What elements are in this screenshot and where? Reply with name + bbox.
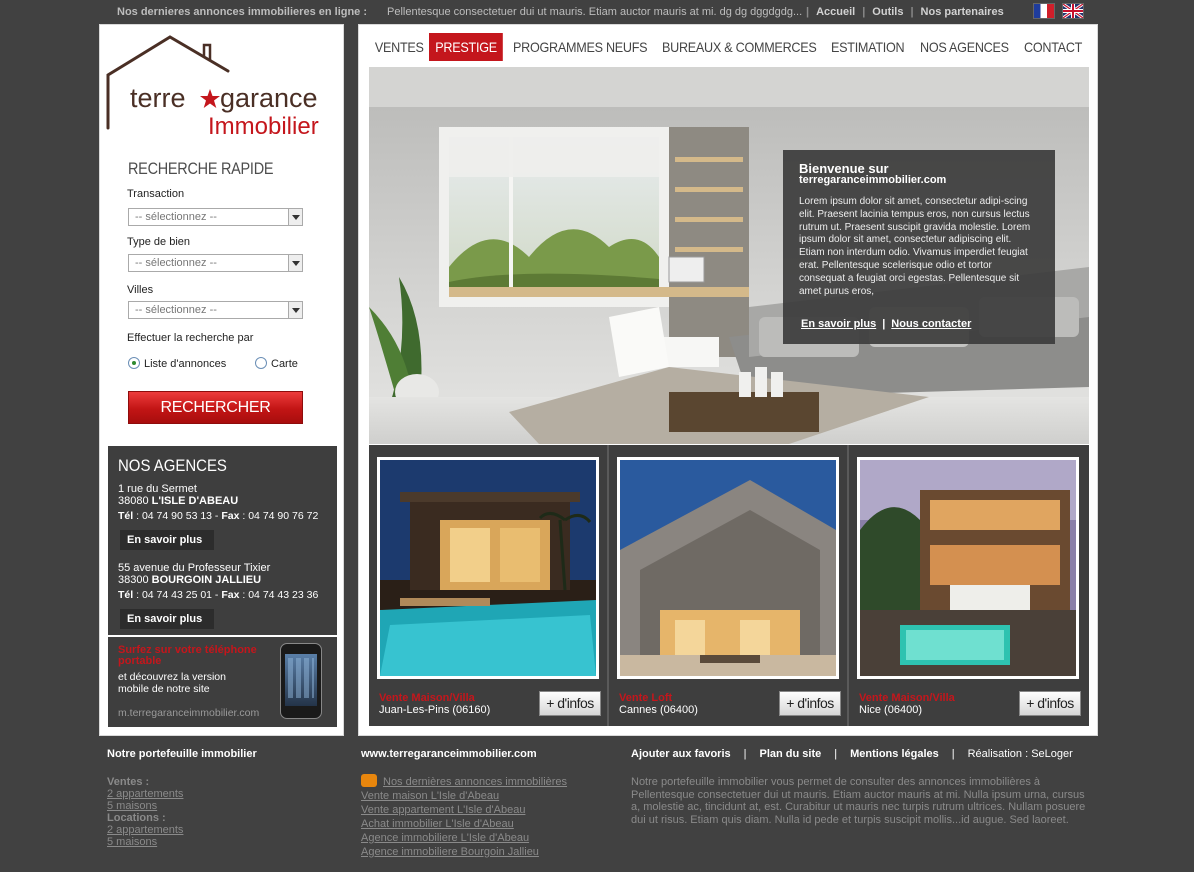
- portfolio-title: Notre portefeuille immobilier: [107, 748, 257, 760]
- more-info-button[interactable]: + d'infos: [779, 691, 841, 716]
- agencies-title: NOS AGENCES: [118, 456, 227, 475]
- property-type: Vente Maison/Villa: [859, 692, 955, 704]
- site-logo[interactable]: terre garance Immobilier: [104, 33, 340, 148]
- property-city: Nice (06400): [859, 704, 922, 716]
- property-card[interactable]: Vente Maison/Villa Juan-Les-Pins (06160)…: [369, 445, 609, 726]
- radio-checked-icon: [128, 357, 140, 369]
- chevron-down-icon: [288, 302, 302, 318]
- mobile-promo[interactable]: Surfez sur votre téléphone portable et d…: [108, 637, 337, 727]
- ventes-appartements-link[interactable]: 2 appartements: [107, 788, 183, 800]
- sitemap-link[interactable]: Plan du site: [760, 748, 822, 760]
- villes-label: Villes: [127, 284, 154, 296]
- site-url-title: www.terregaranceimmobilier.com: [361, 748, 537, 760]
- nav-ventes[interactable]: VENTES: [374, 33, 425, 61]
- chevron-down-icon: [288, 255, 302, 271]
- agency-address: 1 rue du Sermet 38080 L'ISLE D'ABEAU: [118, 483, 239, 507]
- svg-text:Immobilier: Immobilier: [208, 113, 319, 140]
- property-photo[interactable]: [857, 457, 1079, 679]
- search-mode-label: Effectuer la recherche par: [127, 332, 254, 344]
- learn-more-link[interactable]: En savoir plus: [801, 318, 876, 330]
- top-bar: Nos dernieres annonces immobilieres en l…: [0, 0, 1194, 24]
- credits-text[interactable]: Réalisation : SeLoger: [968, 748, 1073, 760]
- property-photo[interactable]: [617, 457, 839, 679]
- property-city: Juan-Les-Pins (06160): [379, 704, 491, 716]
- hero-banner: Bienvenue sur terregaranceimmobilier.com…: [369, 67, 1089, 444]
- mobile-url[interactable]: m.terregaranceimmobilier.com: [118, 707, 259, 719]
- nav-estimation[interactable]: ESTIMATION: [831, 33, 905, 61]
- property-type: Vente Maison/Villa: [379, 692, 475, 704]
- agency-phone: Tél : 04 74 90 53 13 - Fax : 04 74 90 76…: [118, 510, 319, 522]
- main-nav: VENTES PRESTIGE PROGRAMMES NEUFS BUREAUX…: [359, 33, 1099, 61]
- mobile-headline: Surfez sur votre téléphone portable: [118, 644, 257, 667]
- latest-listings-link[interactable]: Nos dernières annonces immobilières: [361, 774, 567, 789]
- legal-link[interactable]: Mentions légales: [850, 748, 939, 760]
- welcome-box: Bienvenue sur terregaranceimmobilier.com…: [783, 150, 1055, 344]
- property-card[interactable]: Vente Maison/Villa Nice (06400) + d'info…: [849, 445, 1089, 726]
- english-flag-icon[interactable]: [1062, 3, 1084, 19]
- accueil-link[interactable]: Accueil: [816, 6, 855, 18]
- seo-link[interactable]: Agence immobiliere Bourgoin Jallieu: [361, 845, 567, 859]
- rss-icon: [361, 774, 377, 787]
- list-mode-radio[interactable]: Liste d'annonces: [128, 357, 226, 370]
- property-photo[interactable]: [377, 457, 599, 679]
- main-content: VENTES PRESTIGE PROGRAMMES NEUFS BUREAUX…: [358, 24, 1098, 736]
- news-ticker[interactable]: Pellentesque consectetuer dui ut mauris.…: [387, 0, 802, 24]
- chevron-down-icon: [288, 209, 302, 225]
- top-links: | Accueil | Outils | Nos partenaires: [806, 6, 1004, 18]
- outils-link[interactable]: Outils: [872, 6, 903, 18]
- footer: Notre portefeuille immobilier Ventes : 2…: [0, 740, 1194, 872]
- welcome-text: Lorem ipsum dolor sit amet, consectetur …: [799, 196, 1031, 297]
- news-label: Nos dernieres annonces immobilieres en l…: [117, 6, 368, 18]
- add-favorites-link[interactable]: Ajouter aux favoris: [631, 748, 731, 760]
- seo-link[interactable]: Achat immobilier L'Isle d'Abeau: [361, 817, 567, 831]
- left-sidebar: terre garance Immobilier RECHERCHE RAPID…: [99, 24, 344, 736]
- type-select[interactable]: -- sélectionnez --: [128, 254, 303, 272]
- welcome-links: En savoir plus | Nous contacter: [801, 318, 972, 330]
- property-card[interactable]: Vente Loft Cannes (06400) + d'infos: [609, 445, 849, 726]
- nav-contact[interactable]: CONTACT: [1024, 33, 1082, 61]
- smartphone-icon: [280, 643, 322, 719]
- svg-text:garance: garance: [220, 83, 318, 113]
- agency-more-button[interactable]: En savoir plus: [120, 609, 214, 629]
- svg-text:terre: terre: [130, 83, 186, 113]
- locations-appartements-link[interactable]: 2 appartements: [107, 824, 183, 836]
- welcome-subtitle: terregaranceimmobilier.com: [799, 174, 947, 186]
- agency-address: 55 avenue du Professeur Tixier 38300 BOU…: [118, 562, 271, 586]
- agencies-box: NOS AGENCES 1 rue du Sermet 38080 L'ISLE…: [108, 446, 337, 635]
- ventes-maisons-link[interactable]: 5 maisons: [107, 800, 183, 812]
- nav-bureaux-commerces[interactable]: BUREAUX & COMMERCES: [662, 33, 817, 61]
- footer-links: Ajouter aux favoris | Plan du site | Mention…: [631, 748, 1073, 760]
- property-city: Cannes (06400): [619, 704, 698, 716]
- agency-more-button[interactable]: En savoir plus: [120, 530, 214, 550]
- property-type: Vente Loft: [619, 692, 673, 704]
- map-mode-radio[interactable]: Carte: [255, 357, 298, 370]
- seo-links: Nos dernières annonces immobilières Vent…: [361, 774, 567, 859]
- more-info-button[interactable]: + d'infos: [1019, 691, 1081, 716]
- radio-unchecked-icon: [255, 357, 267, 369]
- french-flag-icon[interactable]: [1033, 3, 1055, 19]
- nav-programmes-neufs[interactable]: PROGRAMMES NEUFS: [513, 33, 648, 61]
- search-button[interactable]: RECHERCHER: [128, 391, 303, 424]
- portfolio-list: Ventes : 2 appartements 5 maisons Locati…: [107, 776, 184, 848]
- seo-link[interactable]: Agence immobiliere L'Isle d'Abeau: [361, 831, 567, 845]
- partenaires-link[interactable]: Nos partenaires: [921, 6, 1004, 18]
- more-info-button[interactable]: + d'infos: [539, 691, 601, 716]
- seo-link[interactable]: Vente maison L'Isle d'Abeau: [361, 789, 567, 803]
- nav-nos-agences[interactable]: NOS AGENCES: [920, 33, 1009, 61]
- seo-link[interactable]: Vente appartement L'Isle d'Abeau: [361, 803, 567, 817]
- footer-description: Notre portefeuille immobilier vous perme…: [631, 776, 1086, 827]
- transaction-select[interactable]: -- sélectionnez --: [128, 208, 303, 226]
- villes-select[interactable]: -- sélectionnez --: [128, 301, 303, 319]
- featured-properties: Vente Maison/Villa Juan-Les-Pins (06160)…: [369, 445, 1089, 726]
- nav-prestige[interactable]: PRESTIGE: [429, 33, 504, 61]
- transaction-label: Transaction: [127, 188, 185, 200]
- contact-us-link[interactable]: Nous contacter: [891, 318, 971, 330]
- quick-search-title: RECHERCHE RAPIDE: [128, 159, 274, 178]
- locations-maisons-link[interactable]: 5 maisons: [107, 836, 183, 848]
- type-label: Type de bien: [127, 236, 190, 248]
- agency-phone: Tél : 04 74 43 25 01 - Fax : 04 74 43 23…: [118, 589, 319, 601]
- mobile-text: et découvrez la version mobile de notre s…: [118, 671, 226, 695]
